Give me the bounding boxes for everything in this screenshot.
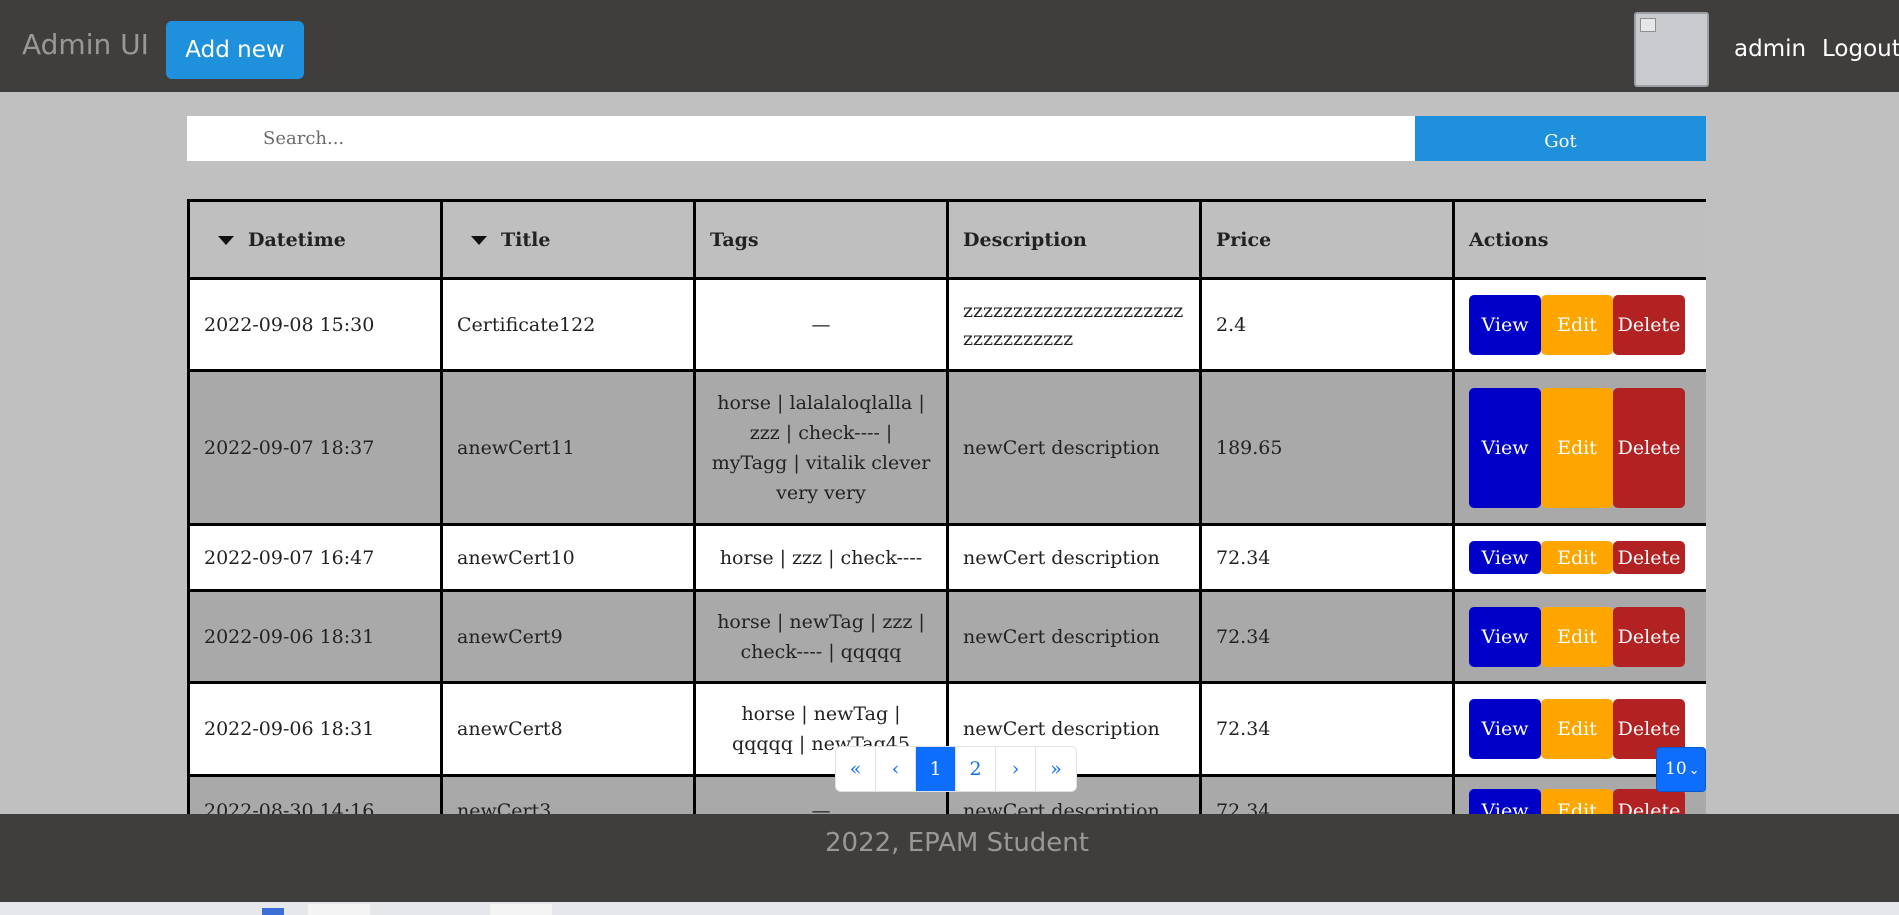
footer-text: 2022, EPAM Student [825,828,1089,858]
column-header-actions: Actions [1452,199,1706,280]
row-actions: View Edit Delete [1469,788,1692,814]
table-row: 2022-09-07 16:47 anewCert10 horse | zzz … [187,523,1706,592]
view-button[interactable]: View [1469,699,1541,759]
page-1-button[interactable]: 1 [916,747,956,791]
broken-image-icon [1640,18,1656,32]
cell-actions: View Edit Delete [1452,277,1706,372]
cell-price: 72.34 [1199,774,1455,814]
page-next-button[interactable]: › [996,747,1036,791]
view-button[interactable]: View [1469,788,1541,814]
cell-datetime: 2022-09-06 18:31 [187,681,443,777]
search-button[interactable]: Got [1415,116,1706,161]
view-button[interactable]: View [1469,294,1541,355]
cell-title: anewCert11 [440,369,696,526]
edit-button[interactable]: Edit [1541,541,1613,574]
edit-button[interactable]: Edit [1541,606,1613,667]
view-button[interactable]: View [1469,606,1541,667]
cell-price: 72.34 [1199,681,1455,777]
cell-tags: — [693,277,949,372]
page-prev-button[interactable]: ‹ [876,747,916,791]
cell-description: newCert description [946,523,1202,592]
delete-button[interactable]: Delete [1613,294,1685,355]
avatar[interactable] [1634,12,1709,87]
page-last-button[interactable]: » [1036,747,1076,791]
edit-button[interactable]: Edit [1541,294,1613,355]
delete-button[interactable]: Delete [1613,606,1685,667]
cell-price: 189.65 [1199,369,1455,526]
delete-button[interactable]: Delete [1613,788,1685,814]
row-actions: View Edit Delete [1469,294,1692,355]
table-row: 2022-09-08 15:30 Certificate122 — zzzzzz… [187,277,1706,372]
certificates-table-wrapper: Datetime Title Tags Description Price Ac… [187,199,1706,814]
top-navbar: Admin UI Add new admin Logout [0,0,1899,92]
pagination: « ‹ 1 2 › » [835,746,1077,792]
column-header-label: Title [501,228,551,251]
username-label[interactable]: admin [1734,36,1806,62]
cell-price: 72.34 [1199,589,1455,684]
add-new-button[interactable]: Add new [166,21,304,79]
column-header-datetime[interactable]: Datetime [187,199,443,280]
cell-actions: View Edit Delete [1452,523,1706,592]
os-taskbar [0,902,1899,915]
brand-title[interactable]: Admin UI [22,28,149,61]
cell-datetime: 2022-09-07 16:47 [187,523,443,592]
cell-datetime: 2022-09-06 18:31 [187,589,443,684]
cell-datetime: 2022-09-07 18:37 [187,369,443,526]
edit-button[interactable]: Edit [1541,699,1613,759]
table-row: 2022-09-06 18:31 anewCert9 horse | newTa… [187,589,1706,684]
cell-title: anewCert9 [440,589,696,684]
taskbar-app-icon[interactable] [308,904,370,915]
cell-datetime: 2022-09-08 15:30 [187,277,443,372]
cell-title: anewCert8 [440,681,696,777]
view-button[interactable]: View [1469,541,1541,574]
row-actions: View Edit Delete [1469,606,1692,667]
taskbar-app-icon[interactable] [490,904,552,915]
edit-button[interactable]: Edit [1541,387,1613,508]
cell-actions: View Edit Delete [1452,589,1706,684]
row-actions: View Edit Delete [1469,387,1692,508]
caret-down-icon[interactable] [471,235,487,245]
page-2-button[interactable]: 2 [956,747,996,791]
delete-button[interactable]: Delete [1613,541,1685,574]
cell-tags: horse | zzz | check---- [693,523,949,592]
edit-button[interactable]: Edit [1541,788,1613,814]
page-first-button[interactable]: « [836,747,876,791]
cell-title: anewCert10 [440,523,696,592]
delete-button[interactable]: Delete [1613,387,1685,508]
certificates-table: Datetime Title Tags Description Price Ac… [187,199,1706,814]
cell-description: zzzzzzzzzzzzzzzzzzzzzzzzzzzzzzzzz [946,277,1202,372]
chevron-down-icon: ⌄ [1688,763,1700,778]
logout-link[interactable]: Logout [1822,36,1899,62]
cell-description: newCert description [946,369,1202,526]
cell-description: newCert description [946,589,1202,684]
row-actions: View Edit Delete [1469,541,1692,574]
cell-title: Certificate122 [440,277,696,372]
column-header-tags: Tags [693,199,949,280]
cell-price: 72.34 [1199,523,1455,592]
cell-actions: View Edit Delete [1452,369,1706,526]
cell-price: 2.4 [1199,277,1455,372]
footer: 2022, EPAM Student [0,814,1899,902]
per-page-value: 10 [1665,759,1687,779]
column-header-label: Datetime [248,228,346,251]
cell-datetime: 2022-08-30 14:16 [187,774,443,814]
view-button[interactable]: View [1469,387,1541,508]
cell-tags: horse | lalalaloqlalla | zzz | check----… [693,369,949,526]
search-input[interactable] [187,116,1415,161]
taskbar-app-icon[interactable] [262,908,284,915]
table-header-row: Datetime Title Tags Description Price Ac… [187,199,1706,280]
caret-down-icon[interactable] [218,235,234,245]
table-row: 2022-09-07 18:37 anewCert11 horse | lala… [187,369,1706,526]
column-header-price: Price [1199,199,1455,280]
column-header-title[interactable]: Title [440,199,696,280]
cell-title: newCert3 [440,774,696,814]
per-page-select[interactable]: 10 ⌄ [1656,747,1706,792]
column-header-description: Description [946,199,1202,280]
cell-tags: horse | newTag | zzz | check---- | qqqqq [693,589,949,684]
